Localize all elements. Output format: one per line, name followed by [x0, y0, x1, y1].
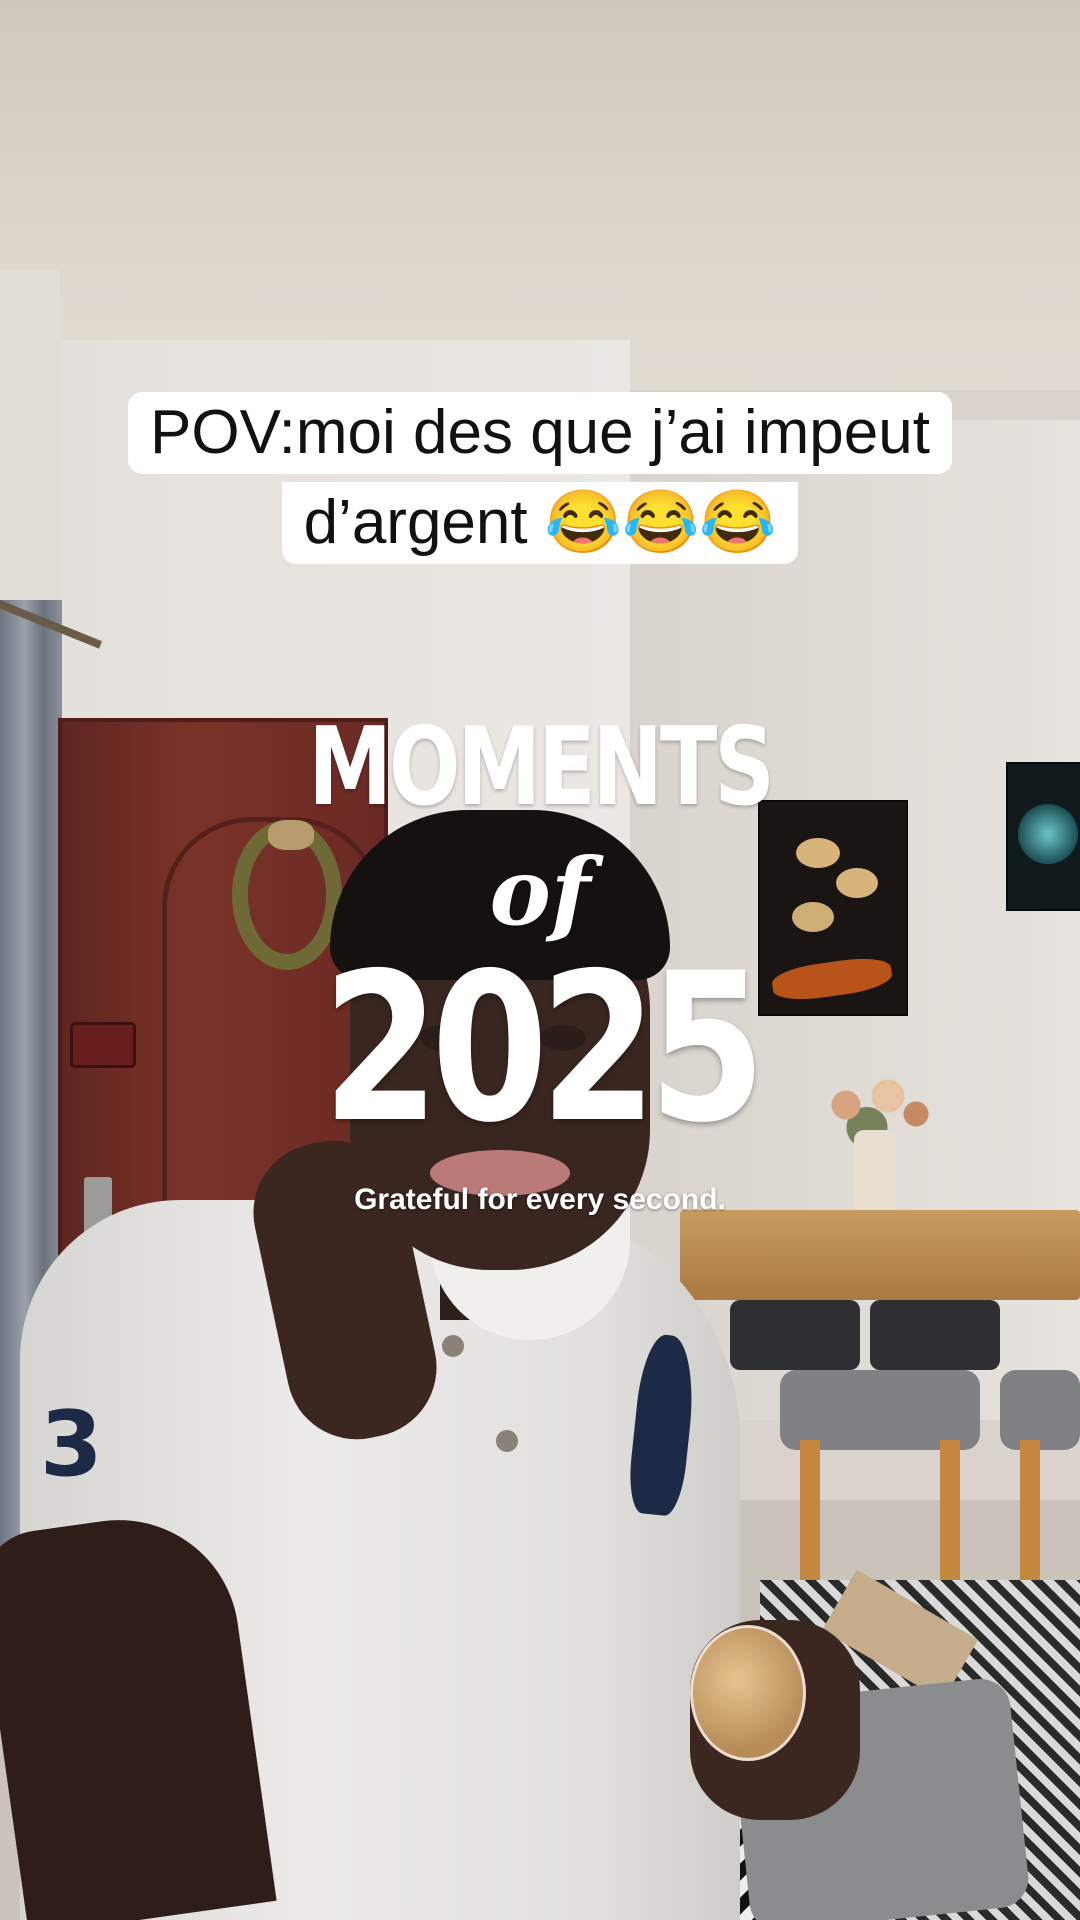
shirt-button	[496, 1430, 518, 1452]
overlay-title: MOMENTS	[308, 705, 775, 830]
caption-line-1: POV:moi des que j’ai impeut	[0, 392, 1080, 474]
caption-line-2: d’argent 😂😂😂	[0, 482, 1080, 564]
sleeve-number: 3	[40, 1392, 103, 1497]
caption-text-2: d’argent 😂😂😂	[281, 482, 799, 564]
caption-text-1: POV:moi des que j’ai impeut	[128, 392, 952, 474]
shirt-button	[442, 1335, 464, 1357]
held-object	[690, 1625, 806, 1761]
overlay-subtitle: Grateful for every second.	[354, 1183, 726, 1216]
overlay-year: 2025	[322, 930, 765, 1168]
